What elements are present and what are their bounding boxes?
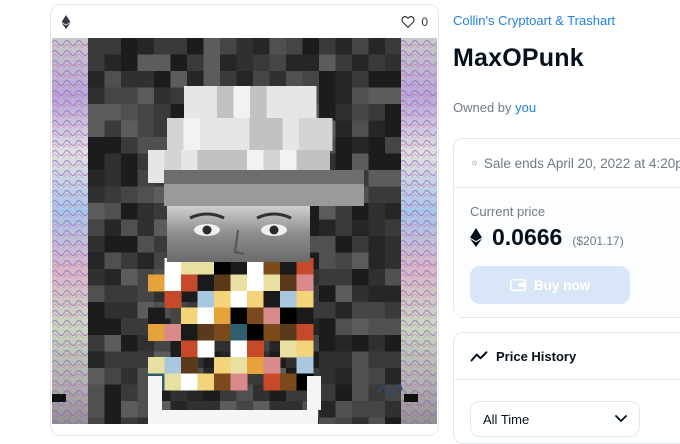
current-price-label: Current price bbox=[470, 204, 546, 219]
ethereum-icon bbox=[470, 228, 482, 247]
sale-end-text: Sale ends April 20, 2022 at 4:20pm bbox=[483, 155, 680, 171]
time-range-select[interactable]: All Time bbox=[470, 401, 640, 437]
artwork-card: 0 bbox=[50, 4, 439, 436]
nft-title: MaxOPunk bbox=[453, 44, 584, 72]
price-history-label: Price History bbox=[496, 348, 577, 364]
wallet-icon bbox=[509, 278, 526, 292]
collection-link[interactable]: Collin's Cryptoart & Trashart bbox=[453, 13, 615, 28]
price-history-header[interactable]: Price History bbox=[454, 333, 680, 380]
trend-line-icon bbox=[470, 351, 488, 362]
buy-now-button[interactable]: Buy now bbox=[470, 266, 630, 304]
price-section: Current price 0.0666 ($201.17) Buy now bbox=[454, 188, 680, 317]
buy-now-label: Buy now bbox=[533, 277, 591, 293]
ethereum-icon bbox=[61, 14, 71, 29]
price-value: 0.0666 bbox=[492, 224, 563, 250]
owner-line: Owned by you bbox=[453, 100, 536, 115]
nft-artwork-image[interactable] bbox=[52, 38, 437, 424]
chevron-down-icon bbox=[615, 415, 627, 423]
sale-end-row: Sale ends April 20, 2022 at 4:20pm bbox=[454, 139, 680, 188]
favorite-count: 0 bbox=[421, 14, 428, 29]
heart-icon bbox=[401, 16, 415, 28]
time-range-value: All Time bbox=[483, 411, 530, 427]
sale-panel: Sale ends April 20, 2022 at 4:20pm Curre… bbox=[453, 138, 680, 318]
price-usd: ($201.17) bbox=[572, 233, 624, 248]
owner-link[interactable]: you bbox=[515, 100, 536, 115]
price-history-panel: Price History All Time bbox=[453, 332, 680, 444]
favorite-button[interactable]: 0 bbox=[401, 15, 428, 29]
artwork-card-header: 0 bbox=[51, 5, 438, 38]
owned-by-label: Owned by bbox=[453, 100, 512, 115]
clock-icon bbox=[472, 160, 477, 166]
price-line: 0.0666 ($201.17) bbox=[470, 224, 624, 251]
